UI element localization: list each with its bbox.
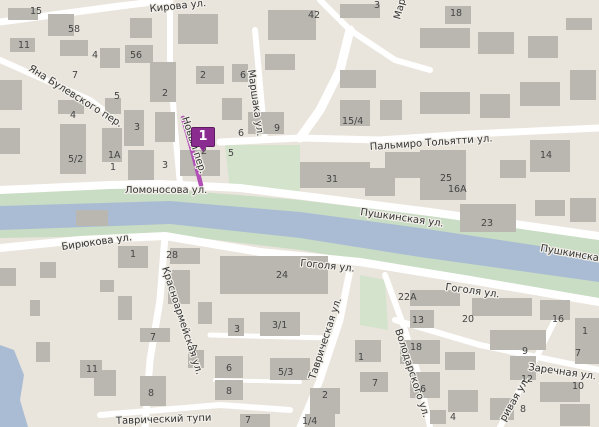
house-number: 3: [162, 160, 168, 171]
house-number: 4: [92, 50, 98, 61]
house-number: 1: [110, 162, 116, 173]
house-number: 12: [521, 374, 533, 385]
street-label-lomonosova: Ломоносова ул.: [125, 185, 207, 196]
marker-pin: 1: [191, 127, 215, 147]
house-number: 6: [238, 128, 244, 139]
house-number: 11: [86, 364, 98, 375]
house-number: 18: [410, 342, 422, 353]
house-number: 18: [450, 8, 462, 19]
house-number: 6: [240, 70, 246, 81]
map-view[interactable]: Кирова ул. Марша Яна Булевского пер. Мар…: [0, 0, 599, 427]
house-number: 3: [234, 324, 240, 335]
marker-pointer: [199, 146, 207, 152]
house-number: 3: [374, 0, 380, 11]
house-number: 1: [130, 249, 136, 260]
house-number: 10: [572, 381, 584, 392]
house-number: 2: [200, 70, 206, 81]
house-number: 25: [440, 173, 452, 184]
house-number: 8: [226, 386, 232, 397]
house-number: 6: [226, 363, 232, 374]
house-number: 14: [540, 150, 552, 161]
house-number: 7: [150, 332, 156, 343]
house-number: 5: [114, 91, 120, 102]
map-canvas[interactable]: Кирова ул. Марша Яна Булевского пер. Мар…: [0, 0, 599, 427]
house-number: 3/1: [272, 320, 287, 331]
house-number: 23: [481, 218, 493, 229]
house-number: 7: [372, 378, 378, 389]
house-number: 5/2: [68, 154, 83, 165]
house-number: 5/3: [278, 367, 293, 378]
house-number: 7: [575, 348, 581, 359]
house-number: 4: [70, 110, 76, 121]
house-number: 28: [166, 250, 178, 261]
house-number: 7: [192, 344, 198, 355]
house-number: 22А: [398, 292, 417, 303]
house-number: 5: [228, 148, 234, 159]
house-number: 20: [462, 314, 474, 325]
house-number: 1: [582, 326, 588, 337]
house-number: 1А: [108, 150, 121, 161]
house-number: 3: [134, 122, 140, 133]
house-number: 4: [450, 412, 456, 423]
house-number: 16: [552, 314, 564, 325]
house-number: 15: [30, 6, 42, 17]
house-number: 42: [308, 10, 320, 21]
house-number: 9: [274, 123, 280, 134]
house-number: 16А: [448, 184, 467, 195]
house-number: 7: [245, 415, 251, 426]
house-number: 1: [358, 352, 364, 363]
house-number: 56: [130, 50, 142, 61]
house-number: 31: [326, 174, 338, 185]
house-number: 7: [72, 70, 78, 81]
house-number: 2: [322, 390, 328, 401]
house-number: 6: [420, 384, 426, 395]
location-marker[interactable]: 1: [191, 127, 215, 153]
house-number: 8: [148, 388, 154, 399]
house-number: 9: [522, 346, 528, 357]
house-number: 1/4: [302, 416, 317, 427]
park-strip: [360, 275, 388, 330]
house-number: 8: [520, 404, 526, 415]
house-number: 15/4: [342, 116, 363, 127]
house-number: 11: [18, 40, 30, 51]
house-number: 58: [68, 24, 80, 35]
house-number: 24: [276, 270, 288, 281]
house-number: 2: [162, 88, 168, 99]
house-number: 13: [412, 315, 424, 326]
